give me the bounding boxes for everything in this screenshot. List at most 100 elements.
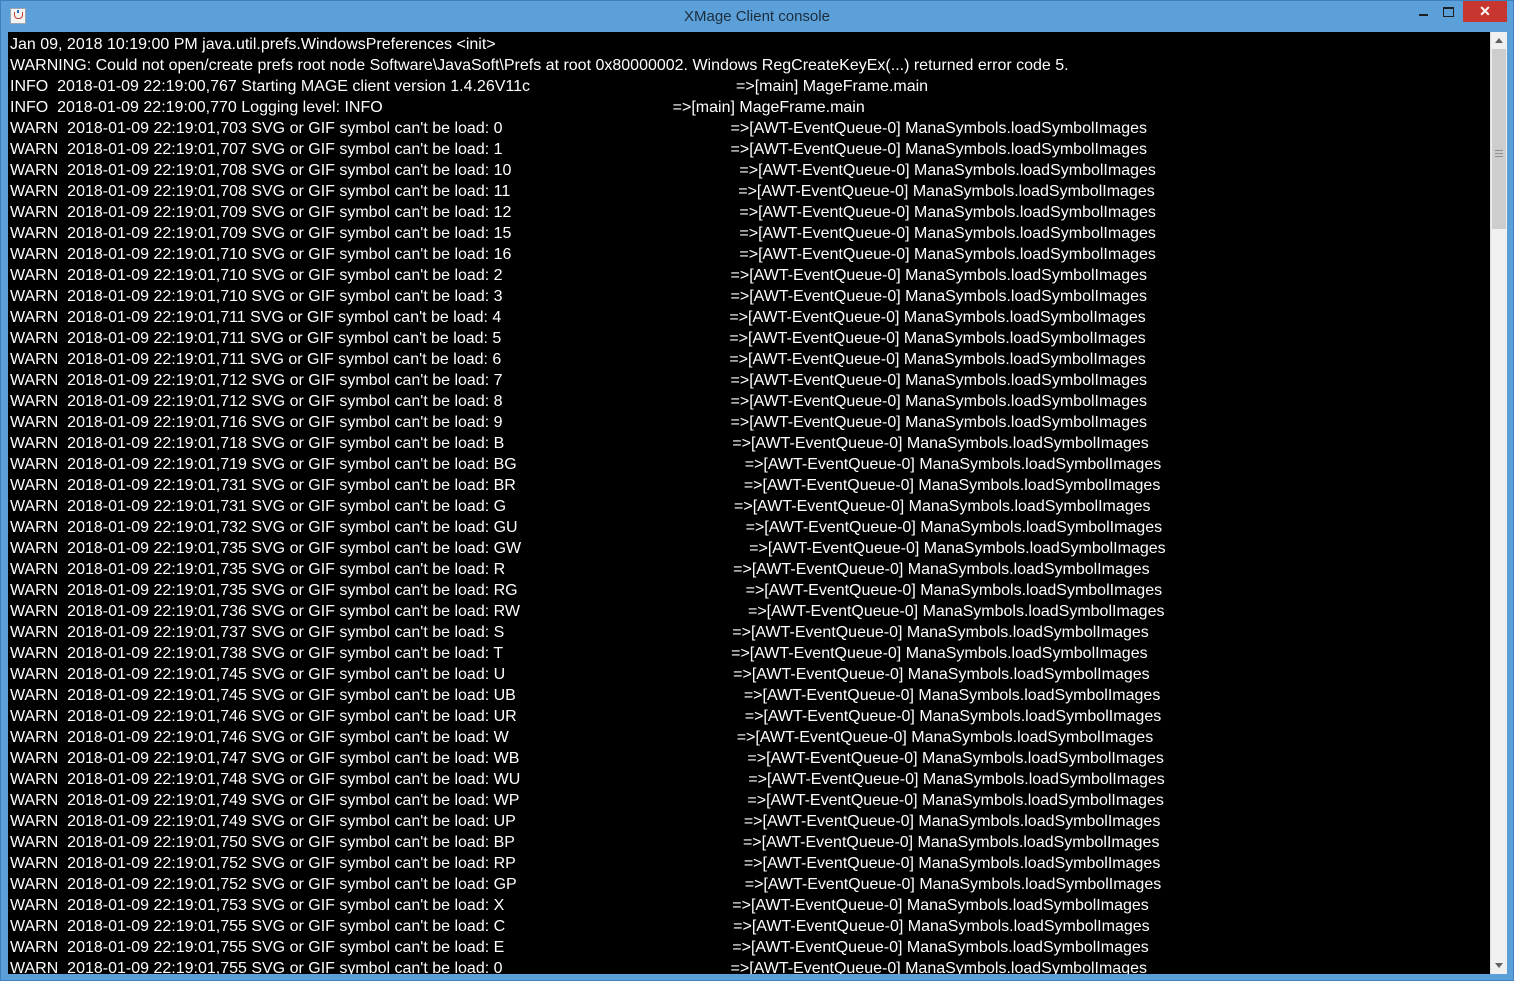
log-message: WARN 2018-01-09 22:19:01,746 SVG or GIF …	[10, 708, 517, 725]
close-button[interactable]: ✕	[1463, 1, 1507, 22]
console-line: INFO 2018-01-09 22:19:00,770 Logging lev…	[10, 97, 1486, 118]
console-line: WARN 2018-01-09 22:19:01,745 SVG or GIF …	[10, 685, 1486, 706]
console-line: WARN 2018-01-09 22:19:01,712 SVG or GIF …	[10, 391, 1486, 412]
log-message: Jan 09, 2018 10:19:00 PM java.util.prefs…	[10, 36, 496, 53]
log-message: WARN 2018-01-09 22:19:01,732 SVG or GIF …	[10, 519, 518, 536]
log-message: WARN 2018-01-09 22:19:01,711 SVG or GIF …	[10, 351, 502, 368]
log-message: WARN 2018-01-09 22:19:01,710 SVG or GIF …	[10, 246, 512, 263]
log-source: =>[AWT-EventQueue-0] ManaSymbols.loadSym…	[744, 876, 1162, 893]
log-message: WARN 2018-01-09 22:19:01,752 SVG or GIF …	[10, 876, 517, 893]
console-line: WARN 2018-01-09 22:19:01,707 SVG or GIF …	[10, 139, 1486, 160]
console-line: WARN 2018-01-09 22:19:01,738 SVG or GIF …	[10, 643, 1486, 664]
console-line: WARN 2018-01-09 22:19:01,735 SVG or GIF …	[10, 580, 1486, 601]
scroll-up-arrow-icon[interactable]	[1491, 32, 1507, 49]
log-message: WARNING: Could not open/create prefs roo…	[10, 57, 1069, 74]
title-bar[interactable]: XMage Client console ✕	[1, 1, 1513, 32]
log-message: WARN 2018-01-09 22:19:01,755 SVG or GIF …	[10, 939, 505, 956]
log-source: =>[AWT-EventQueue-0] ManaSymbols.loadSym…	[736, 729, 1154, 746]
log-message: WARN 2018-01-09 22:19:01,749 SVG or GIF …	[10, 792, 520, 809]
log-message: WARN 2018-01-09 22:19:01,709 SVG or GIF …	[10, 204, 512, 221]
log-source: =>[AWT-EventQueue-0] ManaSymbols.loadSym…	[744, 456, 1162, 473]
console-line: WARN 2018-01-09 22:19:01,747 SVG or GIF …	[10, 748, 1486, 769]
log-source: =>[AWT-EventQueue-0] ManaSymbols.loadSym…	[745, 519, 1163, 536]
log-message: WARN 2018-01-09 22:19:01,711 SVG or GIF …	[10, 330, 502, 347]
console-line: WARN 2018-01-09 22:19:01,735 SVG or GIF …	[10, 538, 1486, 559]
log-message: WARN 2018-01-09 22:19:01,719 SVG or GIF …	[10, 456, 517, 473]
log-source: =>[AWT-EventQueue-0] ManaSymbols.loadSym…	[730, 414, 1148, 431]
log-source: =>[AWT-EventQueue-0] ManaSymbols.loadSym…	[729, 309, 1146, 326]
console-line: WARN 2018-01-09 22:19:01,708 SVG or GIF …	[10, 160, 1486, 181]
log-source: =>[AWT-EventQueue-0] ManaSymbols.loadSym…	[739, 162, 1156, 179]
log-source: =>[AWT-EventQueue-0] ManaSymbols.loadSym…	[734, 498, 1151, 515]
console-line: INFO 2018-01-09 22:19:00,767 Starting MA…	[10, 76, 1486, 97]
maximize-button[interactable]	[1435, 1, 1461, 22]
console-line: Jan 09, 2018 10:19:00 PM java.util.prefs…	[10, 34, 1486, 55]
console-line: WARN 2018-01-09 22:19:01,749 SVG or GIF …	[10, 811, 1486, 832]
console-line: WARN 2018-01-09 22:19:01,711 SVG or GIF …	[10, 349, 1486, 370]
log-message: WARN 2018-01-09 22:19:01,745 SVG or GIF …	[10, 687, 516, 704]
log-message: WARN 2018-01-09 22:19:01,710 SVG or GIF …	[10, 267, 503, 284]
log-source: =>[AWT-EventQueue-0] ManaSymbols.loadSym…	[743, 687, 1161, 704]
console-line: WARN 2018-01-09 22:19:01,746 SVG or GIF …	[10, 706, 1486, 727]
grip-icon	[1495, 156, 1503, 157]
vertical-scrollbar[interactable]	[1490, 32, 1507, 974]
console-line: WARN 2018-01-09 22:19:01,755 SVG or GIF …	[10, 916, 1486, 937]
log-message: WARN 2018-01-09 22:19:01,703 SVG or GIF …	[10, 120, 503, 137]
log-source: =>[AWT-EventQueue-0] ManaSymbols.loadSym…	[731, 645, 1148, 662]
log-source: =>[AWT-EventQueue-0] ManaSymbols.loadSym…	[745, 582, 1163, 599]
log-source: =>[AWT-EventQueue-0] ManaSymbols.loadSym…	[739, 246, 1156, 263]
log-message: WARN 2018-01-09 22:19:01,731 SVG or GIF …	[10, 498, 507, 515]
log-source: =>[AWT-EventQueue-0] ManaSymbols.loadSym…	[730, 393, 1148, 410]
log-source: =>[AWT-EventQueue-0] ManaSymbols.loadSym…	[749, 540, 1166, 557]
grip-icon	[1495, 150, 1503, 151]
log-source: =>[AWT-EventQueue-0] ManaSymbols.loadSym…	[739, 204, 1156, 221]
log-source: =>[main] MageFrame.main	[736, 78, 929, 95]
log-source: =>[AWT-EventQueue-0] ManaSymbols.loadSym…	[730, 120, 1148, 137]
log-message: WARN 2018-01-09 22:19:01,708 SVG or GIF …	[10, 162, 512, 179]
log-message: WARN 2018-01-09 22:19:01,709 SVG or GIF …	[10, 225, 512, 242]
console-line: WARN 2018-01-09 22:19:01,710 SVG or GIF …	[10, 244, 1486, 265]
console-line: WARN 2018-01-09 22:19:01,736 SVG or GIF …	[10, 601, 1486, 622]
log-source: =>[AWT-EventQueue-0] ManaSymbols.loadSym…	[747, 603, 1165, 620]
console-output[interactable]: Jan 09, 2018 10:19:00 PM java.util.prefs…	[8, 32, 1490, 974]
log-source: =>[AWT-EventQueue-0] ManaSymbols.loadSym…	[730, 288, 1148, 305]
close-icon: ✕	[1479, 3, 1491, 19]
log-message: WARN 2018-01-09 22:19:01,752 SVG or GIF …	[10, 855, 516, 872]
log-message: WARN 2018-01-09 22:19:01,707 SVG or GIF …	[10, 141, 503, 158]
log-message: WARN 2018-01-09 22:19:01,746 SVG or GIF …	[10, 729, 509, 746]
log-message: WARN 2018-01-09 22:19:01,738 SVG or GIF …	[10, 645, 504, 662]
console-line: WARN 2018-01-09 22:19:01,746 SVG or GIF …	[10, 727, 1486, 748]
console-line: WARN 2018-01-09 22:19:01,752 SVG or GIF …	[10, 853, 1486, 874]
log-message: WARN 2018-01-09 22:19:01,737 SVG or GIF …	[10, 624, 505, 641]
log-message: WARN 2018-01-09 22:19:01,708 SVG or GIF …	[10, 183, 511, 200]
window-title: XMage Client console	[684, 8, 830, 25]
log-message: WARN 2018-01-09 22:19:01,735 SVG or GIF …	[10, 582, 518, 599]
log-message: WARN 2018-01-09 22:19:01,711 SVG or GIF …	[10, 309, 502, 326]
log-message: WARN 2018-01-09 22:19:01,745 SVG or GIF …	[10, 666, 506, 683]
scrollbar-thumb[interactable]	[1492, 49, 1506, 229]
log-message: WARN 2018-01-09 22:19:01,710 SVG or GIF …	[10, 288, 503, 305]
grip-icon	[1495, 153, 1503, 154]
console-window: XMage Client console ✕ Jan 09, 2018 10:1…	[0, 0, 1514, 981]
log-message: WARN 2018-01-09 22:19:01,731 SVG or GIF …	[10, 477, 516, 494]
console-line: WARN 2018-01-09 22:19:01,748 SVG or GIF …	[10, 769, 1486, 790]
console-line: WARN 2018-01-09 22:19:01,749 SVG or GIF …	[10, 790, 1486, 811]
console-line: WARN 2018-01-09 22:19:01,750 SVG or GIF …	[10, 832, 1486, 853]
log-message: WARN 2018-01-09 22:19:01,749 SVG or GIF …	[10, 813, 516, 830]
log-source: =>[AWT-EventQueue-0] ManaSymbols.loadSym…	[730, 372, 1148, 389]
console-line: WARN 2018-01-09 22:19:01,755 SVG or GIF …	[10, 958, 1486, 974]
console-line: WARN 2018-01-09 22:19:01,712 SVG or GIF …	[10, 370, 1486, 391]
log-message: WARN 2018-01-09 22:19:01,748 SVG or GIF …	[10, 771, 521, 788]
log-message: WARN 2018-01-09 22:19:01,747 SVG or GIF …	[10, 750, 520, 767]
log-source: =>[AWT-EventQueue-0] ManaSymbols.loadSym…	[738, 183, 1155, 200]
log-message: WARN 2018-01-09 22:19:01,735 SVG or GIF …	[10, 561, 506, 578]
console-line: WARN 2018-01-09 22:19:01,755 SVG or GIF …	[10, 937, 1486, 958]
console-line: WARN 2018-01-09 22:19:01,710 SVG or GIF …	[10, 265, 1486, 286]
log-message: WARN 2018-01-09 22:19:01,712 SVG or GIF …	[10, 393, 503, 410]
log-source: =>[AWT-EventQueue-0] ManaSymbols.loadSym…	[732, 897, 1149, 914]
log-source: =>[AWT-EventQueue-0] ManaSymbols.loadSym…	[733, 918, 1150, 935]
log-source: =>[AWT-EventQueue-0] ManaSymbols.loadSym…	[732, 939, 1149, 956]
scroll-down-arrow-icon[interactable]	[1491, 957, 1507, 974]
log-source: =>[AWT-EventQueue-0] ManaSymbols.loadSym…	[743, 855, 1161, 872]
log-message: WARN 2018-01-09 22:19:01,753 SVG or GIF …	[10, 897, 505, 914]
